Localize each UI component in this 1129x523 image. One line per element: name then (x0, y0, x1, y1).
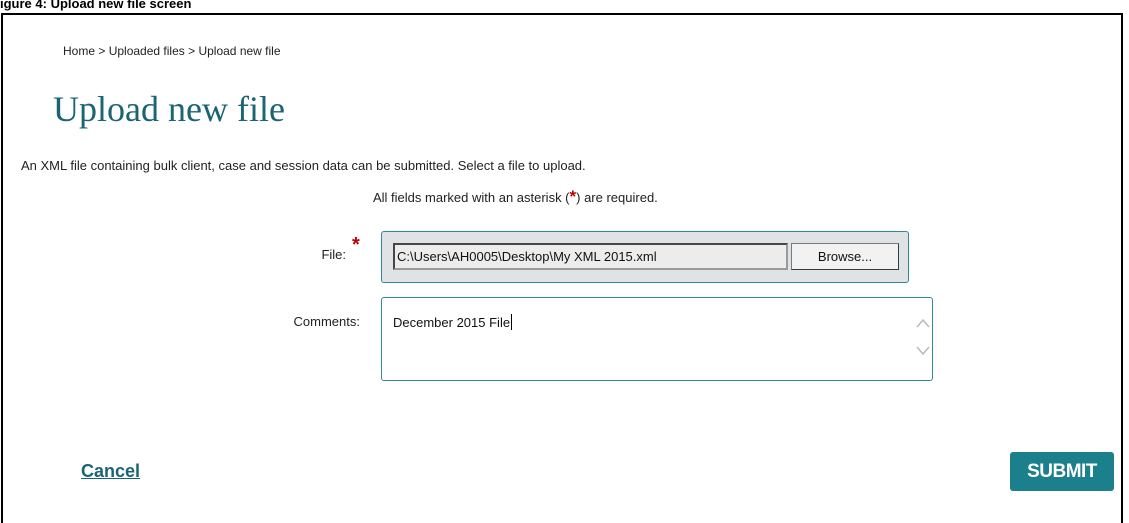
breadcrumb-current: Upload new file (198, 44, 281, 58)
intro-text: An XML file containing bulk client, case… (21, 158, 586, 173)
text-caret (511, 314, 513, 330)
required-fields-note: All fields marked with an asterisk (*) a… (373, 187, 658, 207)
breadcrumb-separator: > (98, 44, 109, 58)
comments-label: Comments: (293, 314, 360, 329)
submit-button[interactable]: SUBMIT (1010, 452, 1114, 491)
figure-caption: igure 4: Upload new file screen (0, 0, 192, 11)
breadcrumb-uploaded-files[interactable]: Uploaded files (109, 44, 185, 58)
file-upload-field: C:\Users\AH0005\Desktop\My XML 2015.xml … (381, 231, 909, 283)
required-note-prefix: All fields marked with an asterisk ( (373, 190, 570, 205)
breadcrumb-home[interactable]: Home (63, 44, 95, 58)
required-note-suffix: ) are required. (576, 190, 658, 205)
breadcrumb: Home > Uploaded files > Upload new file (63, 44, 281, 58)
file-label: File: (321, 247, 346, 262)
chevron-down-icon[interactable] (916, 346, 930, 358)
comments-textarea[interactable]: December 2015 File (381, 297, 933, 381)
breadcrumb-separator: > (188, 44, 199, 58)
cancel-link[interactable]: Cancel (81, 461, 140, 482)
file-path-input[interactable]: C:\Users\AH0005\Desktop\My XML 2015.xml (393, 243, 788, 270)
browse-button[interactable]: Browse... (791, 243, 899, 270)
comments-value: December 2015 File (393, 314, 513, 330)
comments-text: December 2015 File (393, 315, 511, 330)
page-title: Upload new file (53, 89, 285, 129)
required-asterisk-icon: * (352, 234, 360, 256)
chevron-up-icon[interactable] (916, 318, 930, 330)
